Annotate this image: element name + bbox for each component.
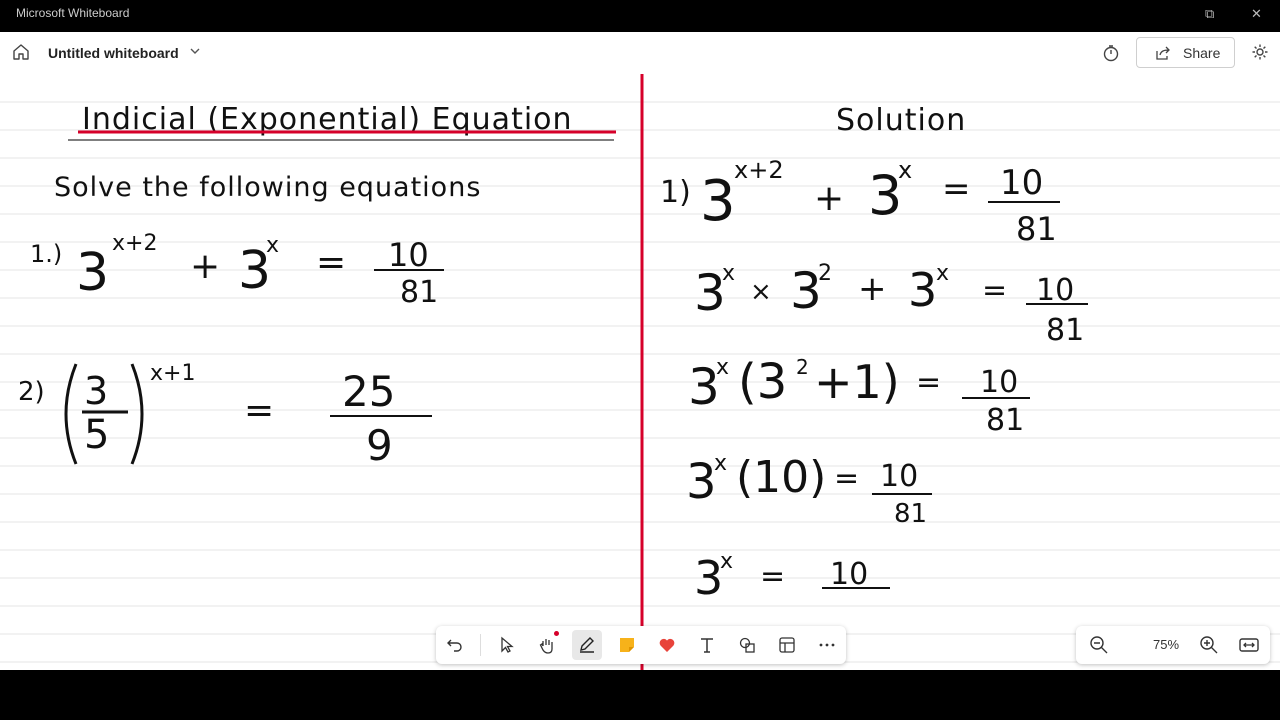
step2-num: 10	[1036, 273, 1074, 308]
q1-base-a: 3	[76, 243, 109, 303]
home-icon[interactable]	[12, 43, 30, 61]
close-window-icon[interactable]: ✕	[1251, 6, 1262, 22]
step4-paren: (10)	[736, 452, 826, 503]
toolbar-divider	[480, 634, 481, 656]
step5-num: 10	[830, 557, 868, 592]
step4-exp: x	[714, 451, 727, 476]
step4-equals: =	[834, 461, 859, 496]
pen-icon	[580, 637, 594, 653]
q1-den: 81	[400, 275, 438, 310]
reaction-heart-icon	[659, 638, 675, 652]
step2-exp-a: x	[722, 261, 735, 286]
step1-den: 81	[1016, 210, 1057, 248]
step3-exp: x	[716, 355, 729, 380]
share-icon	[1156, 46, 1170, 60]
q2-exp: x+1	[150, 361, 195, 386]
step5-lhs: 3	[694, 551, 723, 605]
zoom-out-icon[interactable]	[1088, 634, 1110, 656]
undo-button[interactable]	[440, 630, 470, 660]
step3-den: 81	[986, 403, 1024, 438]
text-icon	[701, 638, 713, 653]
q2-den: 9	[366, 421, 393, 470]
step2-exp-b: 2	[818, 261, 832, 286]
share-button[interactable]: Share	[1136, 37, 1235, 68]
q1-exp-b: x	[266, 233, 279, 258]
step4-num: 10	[880, 459, 918, 494]
whiteboard-ink-layer: Indicial (Exponential) Equation Solve th…	[0, 74, 1280, 670]
more-options-button[interactable]	[812, 630, 842, 660]
step1-equals: =	[942, 169, 971, 209]
template-icon	[779, 637, 795, 653]
step2-plus: +	[858, 269, 887, 309]
letterbox-bottom	[0, 670, 1280, 720]
text-tool-button[interactable]	[692, 630, 722, 660]
step5-equals: =	[760, 559, 785, 594]
hand-tool-button[interactable]	[532, 630, 562, 660]
q1-plus: +	[190, 246, 220, 287]
fit-to-screen-icon[interactable]	[1238, 634, 1260, 656]
reactions-button[interactable]	[652, 630, 682, 660]
select-icon	[501, 636, 514, 653]
q1-exp-a: x+2	[112, 231, 157, 256]
shapes-icon	[739, 637, 755, 653]
undo-icon	[447, 639, 462, 652]
pen-tool-button[interactable]	[572, 630, 602, 660]
step3-paren-rest: +1)	[814, 355, 900, 409]
q2-left-paren	[64, 363, 78, 465]
step4-lhs: 3	[686, 454, 717, 510]
window-title: Microsoft Whiteboard	[16, 6, 130, 20]
right-heading: Solution	[836, 103, 966, 138]
step2-times: ×	[750, 277, 772, 307]
zoom-controls: 75%	[1076, 626, 1270, 664]
step1-plus: +	[814, 178, 844, 219]
settings-gear-icon[interactable]	[1251, 43, 1269, 61]
whiteboard-title[interactable]: Untitled whiteboard	[48, 45, 179, 61]
sticky-note-icon	[620, 638, 634, 652]
timer-icon[interactable]	[1102, 44, 1120, 62]
step2-den: 81	[1046, 313, 1084, 348]
q2-frac-den: 5	[84, 412, 109, 458]
shapes-tool-button[interactable]	[732, 630, 762, 660]
step1-base-a: 3	[700, 169, 736, 234]
step3-equals: =	[916, 365, 941, 400]
whiteboard-canvas[interactable]: Indicial (Exponential) Equation Solve th…	[0, 74, 1280, 670]
chevron-down-icon[interactable]	[188, 44, 202, 58]
restore-window-icon[interactable]: ⧉	[1205, 6, 1214, 22]
app-header: Untitled whiteboard Share	[0, 32, 1280, 75]
q2-num: 25	[342, 367, 395, 416]
q2-right-paren	[130, 363, 144, 465]
q1-equals: =	[316, 242, 346, 283]
templates-button[interactable]	[772, 630, 802, 660]
window-titlebar: Microsoft Whiteboard ⧉ ✕	[0, 0, 1280, 32]
step3-num: 10	[980, 365, 1018, 400]
notification-dot	[554, 631, 559, 636]
step3-paren: (3	[738, 354, 787, 410]
step5-exp: x	[720, 549, 733, 574]
q2-number: 2)	[18, 377, 45, 407]
drawing-toolbar	[436, 626, 846, 664]
step1-number: 1)	[660, 175, 691, 210]
select-tool-button[interactable]	[492, 630, 522, 660]
step1-exp-a: x+2	[734, 156, 784, 184]
instruction-text: Solve the following equations	[54, 172, 481, 203]
sticky-note-button[interactable]	[612, 630, 642, 660]
q2-equals: =	[244, 390, 274, 431]
hand-icon	[539, 639, 553, 654]
step4-den: 81	[894, 499, 927, 529]
q2-frac-num: 3	[84, 369, 108, 413]
more-icon	[819, 643, 835, 647]
step2-c: 3	[908, 263, 937, 317]
step1-num: 10	[1000, 163, 1043, 203]
step2-equals: =	[982, 273, 1007, 308]
zoom-level[interactable]: 75%	[1138, 637, 1194, 652]
q1-num: 10	[388, 236, 429, 274]
step2-exp-c: x	[936, 261, 949, 286]
step1-exp-b: x	[898, 156, 912, 184]
q1-number: 1.)	[30, 240, 62, 268]
share-label: Share	[1183, 45, 1221, 61]
zoom-in-icon[interactable]	[1198, 634, 1220, 656]
step3-paren-exp: 2	[796, 355, 809, 379]
